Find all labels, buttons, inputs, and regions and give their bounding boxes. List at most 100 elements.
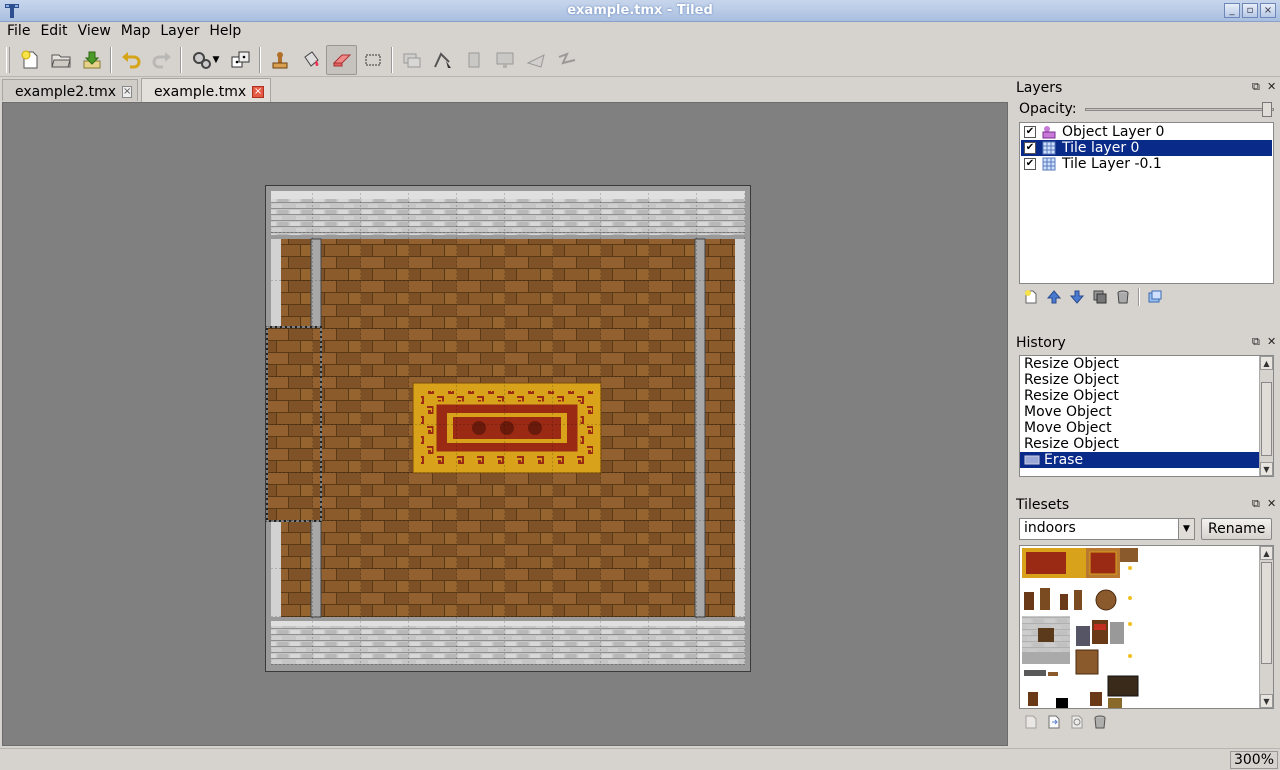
history-item[interactable]: Resize Object — [1020, 372, 1273, 388]
new-tileset-icon — [1025, 715, 1037, 729]
scroll-thumb[interactable] — [1261, 382, 1272, 456]
close-window-button[interactable]: × — [1260, 3, 1276, 18]
bucket-fill-button[interactable] — [295, 45, 326, 75]
layer-name: Tile layer 0 — [1062, 140, 1140, 156]
menu-layer[interactable]: Layer — [155, 22, 204, 43]
layer-list: ✔ Object Layer 0 ✔ Tile layer 0 ✔ Tile L… — [1019, 122, 1274, 284]
trash-icon — [1117, 290, 1129, 304]
layer-name: Tile Layer -0.1 — [1062, 156, 1162, 172]
stamp-brush-button[interactable] — [264, 45, 295, 75]
opacity-slider-handle[interactable] — [1262, 102, 1272, 117]
opacity-slider[interactable] — [1084, 102, 1274, 117]
tab-example2[interactable]: example2.tmx × — [2, 79, 138, 101]
chevron-down-icon[interactable]: ▼ — [1178, 519, 1194, 539]
tileset-scrollbar[interactable]: ▲ ▼ — [1259, 546, 1273, 708]
tileset-image[interactable] — [1020, 546, 1270, 709]
save-button[interactable] — [76, 45, 107, 75]
import-icon — [1048, 715, 1060, 729]
rectangle-select-icon — [365, 54, 380, 65]
history-item-selected[interactable]: Erase — [1020, 452, 1259, 468]
tile-layer-icon — [1041, 141, 1057, 155]
rename-tileset-button[interactable]: Rename — [1201, 518, 1273, 540]
new-tileset-button[interactable] — [1021, 712, 1041, 732]
history-item[interactable]: Resize Object — [1020, 356, 1273, 372]
tile-layer-icon — [1041, 157, 1057, 171]
scroll-up-arrow-icon[interactable]: ▲ — [1260, 356, 1273, 370]
insert-polygon-button[interactable] — [520, 45, 551, 75]
close-panel-icon[interactable]: ✕ — [1267, 336, 1278, 347]
edit-polygons-button[interactable] — [427, 45, 458, 75]
save-icon — [83, 51, 100, 68]
undo-button[interactable] — [115, 45, 146, 75]
history-scrollbar[interactable]: ▲ ▼ — [1259, 356, 1273, 476]
history-panel: History ⧉ ✕ Resize Object Resize Object … — [1013, 333, 1280, 477]
insert-polyline-button[interactable] — [551, 45, 582, 75]
scroll-down-arrow-icon[interactable]: ▼ — [1260, 462, 1273, 476]
menu-map[interactable]: Map — [116, 22, 156, 43]
tab-example[interactable]: example.tmx × — [141, 78, 271, 102]
duplicate-layer-button[interactable] — [1090, 287, 1110, 307]
random-mode-button[interactable] — [225, 45, 256, 75]
toolbar-grip[interactable] — [6, 46, 10, 73]
history-item[interactable]: Resize Object — [1020, 388, 1273, 404]
scroll-down-arrow-icon[interactable]: ▼ — [1260, 694, 1273, 708]
close-panel-icon[interactable]: ✕ — [1267, 81, 1278, 92]
float-panel-icon[interactable]: ⧉ — [1252, 336, 1263, 347]
eraser-button[interactable] — [326, 44, 357, 75]
random-icon — [231, 51, 249, 67]
open-icon — [50, 54, 71, 67]
new-layer-button[interactable] — [1021, 287, 1041, 307]
new-map-button[interactable] — [14, 45, 45, 75]
layer-visibility-checkbox[interactable]: ✔ — [1024, 126, 1036, 138]
close-tab-icon[interactable]: × — [122, 85, 133, 98]
layer-row-tile-layer-0[interactable]: ✔ Tile layer 0 — [1021, 140, 1272, 156]
main-toolbar: ▼ — [0, 43, 1280, 77]
tile-map[interactable] — [265, 185, 751, 672]
menu-file[interactable]: File — [2, 22, 35, 43]
delete-layer-button[interactable] — [1113, 287, 1133, 307]
insert-rectangle-icon — [468, 52, 479, 67]
layer-visibility-checkbox[interactable]: ✔ — [1024, 158, 1036, 170]
float-panel-icon[interactable]: ⧉ — [1252, 498, 1263, 509]
object-layer-icon — [1041, 125, 1057, 139]
chevron-down-icon: ▼ — [212, 54, 220, 65]
maximize-button[interactable]: ▫ — [1242, 3, 1258, 18]
rectangle-select-button[interactable] — [357, 45, 388, 75]
delete-tileset-button[interactable] — [1090, 712, 1110, 732]
tileset-properties-button[interactable] — [1067, 712, 1087, 732]
history-item[interactable]: Move Object — [1020, 420, 1273, 436]
tileset-view[interactable]: ▲ ▼ — [1019, 545, 1274, 709]
map-canvas[interactable] — [2, 102, 1008, 746]
insert-rectangle-button[interactable] — [458, 45, 489, 75]
zoom-level[interactable]: 300% — [1229, 751, 1278, 769]
float-panel-icon[interactable]: ⧉ — [1252, 81, 1263, 92]
menu-help[interactable]: Help — [204, 22, 246, 43]
insert-image-button[interactable] — [489, 45, 520, 75]
tab-label: example2.tmx — [15, 83, 117, 100]
map-properties-button[interactable]: ▼ — [185, 45, 225, 75]
layers-panel-title: Layers — [1016, 80, 1063, 96]
layer-row-object-layer-0[interactable]: ✔ Object Layer 0 — [1021, 124, 1272, 140]
history-item[interactable]: Resize Object — [1020, 436, 1273, 452]
close-tab-icon[interactable]: × — [252, 85, 264, 98]
tilesets-panel: Tilesets ⧉ ✕ indoors ▼ Rename ▲ ▼ — [1013, 495, 1280, 735]
menu-view[interactable]: View — [73, 22, 116, 43]
menu-edit[interactable]: Edit — [35, 22, 72, 43]
history-item[interactable]: Move Object — [1020, 404, 1273, 420]
layer-visibility-checkbox[interactable]: ✔ — [1024, 142, 1036, 154]
tileset-select[interactable]: indoors ▼ — [1019, 518, 1195, 540]
scroll-thumb[interactable] — [1261, 562, 1272, 664]
close-panel-icon[interactable]: ✕ — [1267, 498, 1278, 509]
select-objects-button[interactable] — [396, 45, 427, 75]
lower-layer-button[interactable] — [1067, 287, 1087, 307]
import-tileset-button[interactable] — [1044, 712, 1064, 732]
layer-properties-button[interactable] — [1145, 287, 1165, 307]
history-list: Resize Object Resize Object Resize Objec… — [1019, 355, 1274, 477]
redo-button[interactable] — [146, 45, 177, 75]
minimize-button[interactable]: _ — [1224, 3, 1240, 18]
stamp-brush-icon — [272, 51, 287, 68]
open-button[interactable] — [45, 45, 76, 75]
raise-layer-button[interactable] — [1044, 287, 1064, 307]
layer-row-tile-layer-minus-0-1[interactable]: ✔ Tile Layer -0.1 — [1021, 156, 1272, 172]
scroll-up-arrow-icon[interactable]: ▲ — [1260, 546, 1273, 560]
